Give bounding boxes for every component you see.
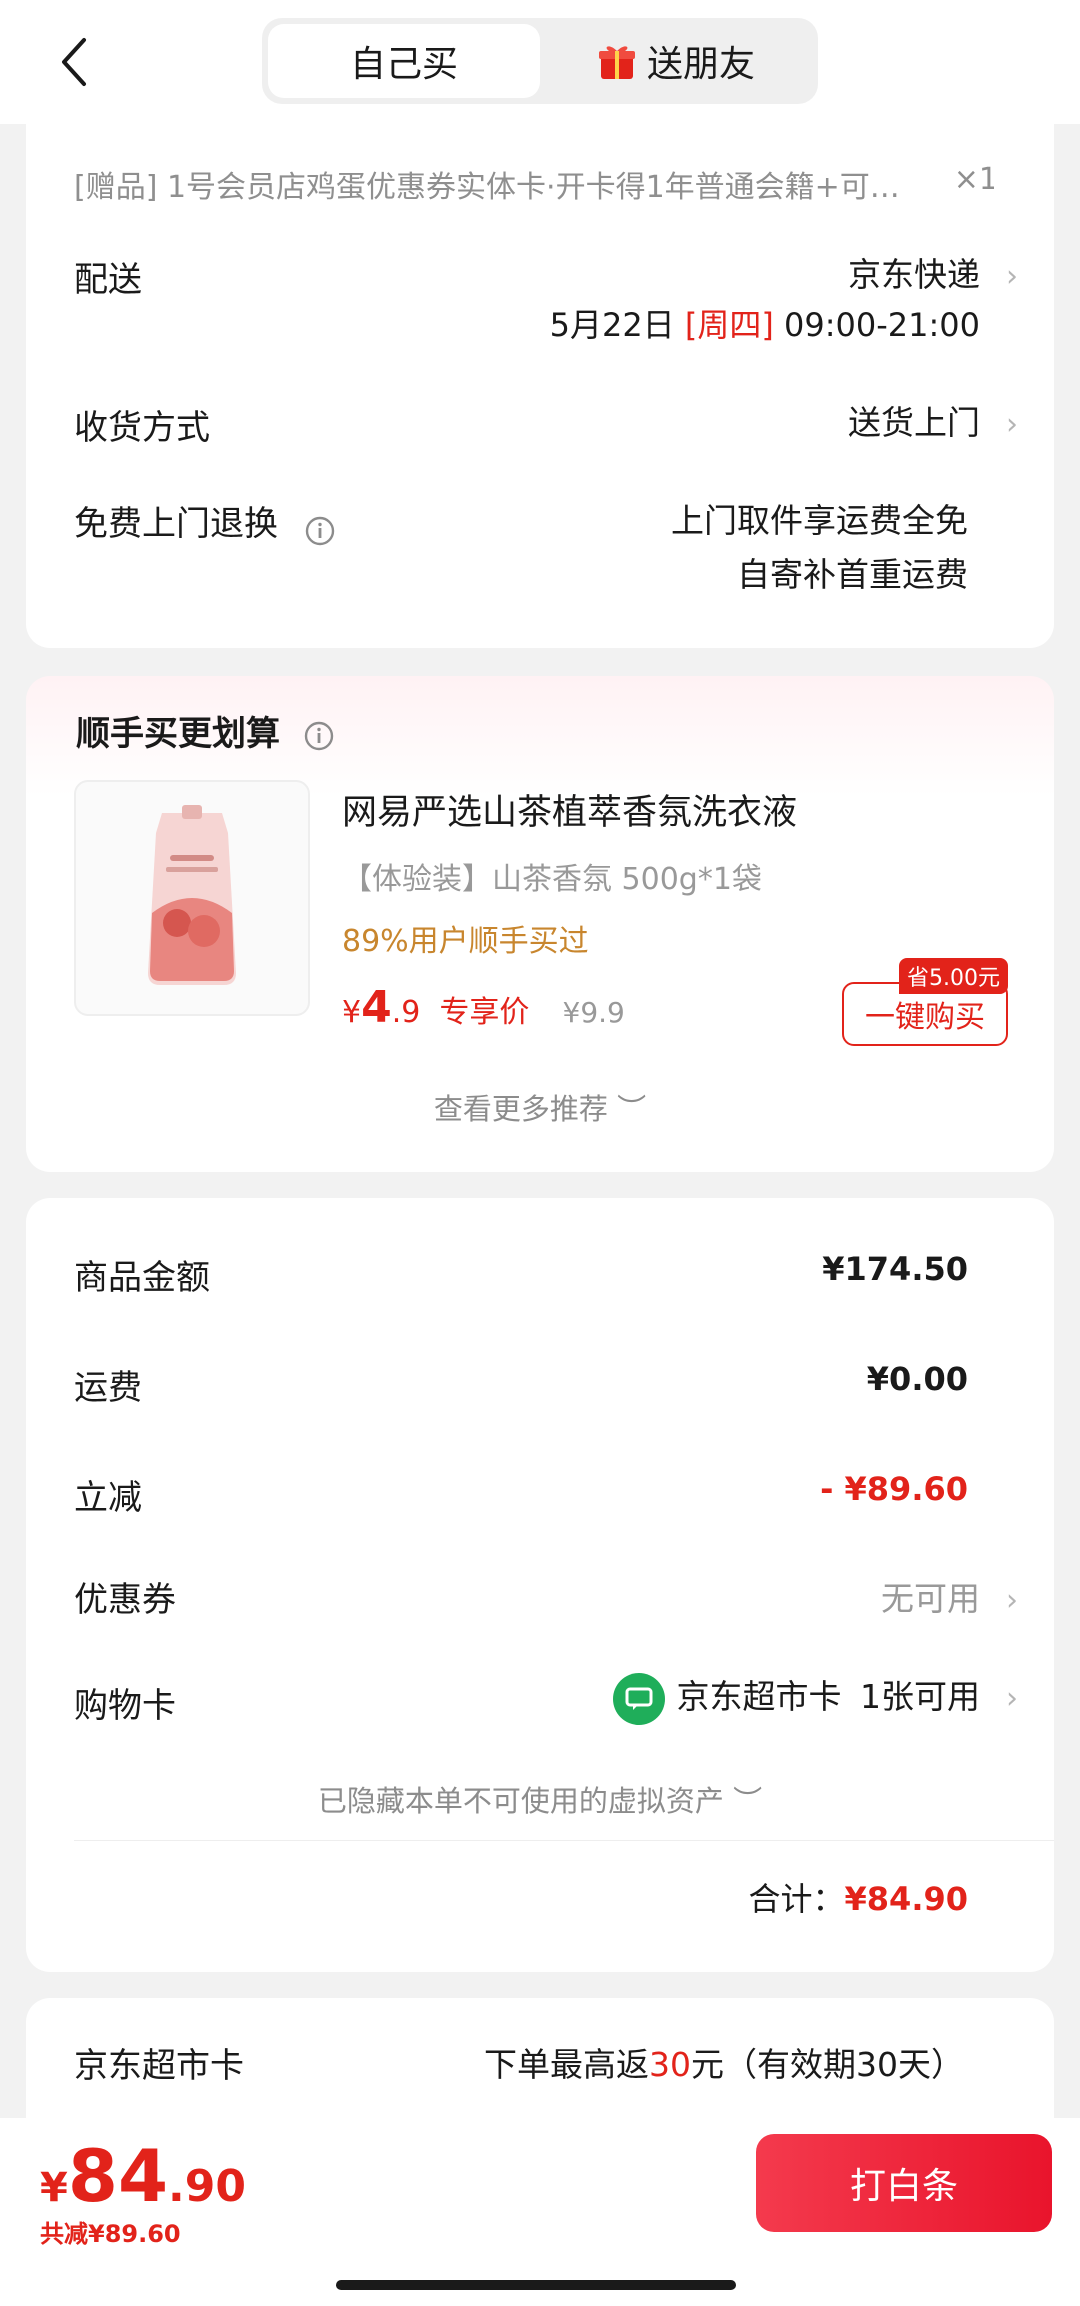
total-line: 合计：¥84.90 bbox=[749, 1874, 969, 1920]
price-integer: 4 bbox=[361, 982, 392, 1033]
gift-card-name: 京东超市卡 bbox=[676, 1677, 842, 1716]
order-info-card: [赠品] 1号会员店鸡蛋优惠券实体卡·开卡得1年普通会籍+可… ×1 配送 京东… bbox=[26, 124, 1054, 648]
goods-amount-value: ¥174.50 bbox=[822, 1250, 968, 1288]
checkout-price: ¥84.90 bbox=[40, 2134, 246, 2218]
recommend-title-text: 顺手买更划算 bbox=[76, 714, 280, 754]
price-decimal: .9 bbox=[391, 995, 421, 1030]
discount-label: 立减 bbox=[74, 1478, 142, 1518]
price-tag: 专享价 bbox=[439, 995, 530, 1030]
purchase-mode-switch: 自己买 送朋友 bbox=[262, 18, 818, 104]
total-label: 合计： bbox=[748, 1880, 845, 1918]
tab-self-buy[interactable]: 自己买 bbox=[268, 24, 540, 98]
cashback-prefix: 下单最高返 bbox=[484, 2045, 649, 2084]
checkout-currency: ¥ bbox=[40, 2165, 68, 2211]
discount-value: - ¥89.60 bbox=[820, 1470, 968, 1508]
pay-with-baitiao-button[interactable]: 打白条 bbox=[756, 2134, 1052, 2232]
delivery-date: 5月22日 bbox=[549, 306, 675, 344]
chevron-right-icon: › bbox=[1006, 1583, 1018, 1618]
recommend-card: 顺手买更划算 网易严选山茶植萃香氛洗衣液 【体验装】山茶香氛 500g*1袋 8… bbox=[26, 676, 1054, 1172]
back-arrow-icon bbox=[62, 38, 86, 86]
shipping-value: ¥0.00 bbox=[866, 1360, 968, 1398]
free-return-line2: 自寄补首重运费 bbox=[737, 555, 968, 594]
price-currency: ¥ bbox=[342, 995, 362, 1030]
cashback-label: 京东超市卡 bbox=[74, 2046, 244, 2086]
gift-card-value[interactable]: 京东超市卡 1张可用 › bbox=[612, 1670, 1018, 1725]
cashback-value: 下单最高返30元（有效期30天） bbox=[484, 2038, 964, 2086]
detergent-pouch-icon bbox=[148, 805, 236, 985]
hidden-assets-toggle[interactable]: 已隐藏本单不可使用的虚拟资产 ︶ bbox=[26, 1778, 1054, 1820]
total-saved: 共减¥89.60 bbox=[40, 2220, 181, 2248]
coupon-status: 无可用 bbox=[881, 1579, 980, 1618]
tab-send-friend-label: 送朋友 bbox=[646, 44, 755, 85]
total-value: ¥84.90 bbox=[844, 1880, 968, 1918]
checkout-price-integer: 84 bbox=[67, 2134, 169, 2218]
home-indicator[interactable] bbox=[336, 2280, 736, 2290]
free-return-line1: 上门取件享运费全免 bbox=[671, 501, 968, 540]
product-spec: 【体验装】山茶香氛 500g*1袋 bbox=[342, 862, 762, 897]
delivery-value[interactable]: 京东快递 › bbox=[848, 248, 1018, 296]
goods-amount-label: 商品金额 bbox=[74, 1258, 210, 1298]
product-price: ¥4.9 专享价 ¥9.9 bbox=[342, 982, 625, 1033]
receive-method-label: 收货方式 bbox=[74, 408, 210, 448]
price-summary-card: 商品金额 ¥174.50 运费 ¥0.00 立减 - ¥89.60 优惠券 无可… bbox=[26, 1198, 1054, 1972]
cashback-suffix: 元（有效期30天） bbox=[691, 2045, 964, 2084]
original-price: ¥9.9 bbox=[562, 996, 625, 1029]
more-recommendations-link[interactable]: 查看更多推荐 ︶ bbox=[26, 1086, 1054, 1128]
gift-item-qty: ×1 bbox=[953, 162, 994, 197]
gift-card-label: 购物卡 bbox=[74, 1686, 176, 1726]
delivery-weekday: [周四] bbox=[684, 306, 774, 344]
info-icon[interactable] bbox=[305, 516, 335, 546]
top-header: 自己买 送朋友 bbox=[0, 0, 1080, 124]
delivery-time: 09:00-21:00 bbox=[784, 306, 980, 344]
delivery-carrier: 京东快递 bbox=[848, 255, 980, 294]
jd-card-icon bbox=[612, 1672, 665, 1725]
gift-card-available: 1张可用 bbox=[860, 1677, 980, 1716]
back-button[interactable] bbox=[44, 26, 104, 98]
receive-method-value[interactable]: 送货上门 › bbox=[848, 396, 1018, 444]
save-badge: 省5.00元 bbox=[899, 958, 1008, 994]
gift-item-line: [赠品] 1号会员店鸡蛋优惠券实体卡·开卡得1年普通会籍+可… ×1 bbox=[74, 162, 994, 206]
tab-self-buy-label: 自己买 bbox=[349, 44, 458, 85]
tab-send-friend[interactable]: 送朋友 bbox=[540, 24, 812, 98]
chevron-right-icon: › bbox=[1006, 407, 1018, 442]
info-icon[interactable] bbox=[304, 721, 334, 751]
chevron-right-icon: › bbox=[1006, 1681, 1018, 1716]
product-hint: 89%用户顺手买过 bbox=[342, 924, 589, 959]
receive-method-text: 送货上门 bbox=[848, 403, 980, 442]
product-image[interactable] bbox=[74, 780, 310, 1016]
divider bbox=[74, 1840, 1054, 1841]
chevron-right-icon: › bbox=[1006, 259, 1018, 294]
product-name[interactable]: 网易严选山茶植萃香氛洗衣液 bbox=[342, 784, 797, 835]
free-return-label: 免费上门退换 bbox=[74, 504, 278, 544]
gift-item-text: [赠品] 1号会员店鸡蛋优惠券实体卡·开卡得1年普通会籍+可… bbox=[74, 170, 900, 205]
coupon-value[interactable]: 无可用 › bbox=[881, 1572, 1018, 1620]
checkout-bar: ¥84.90 共减¥89.60 打白条 bbox=[0, 2118, 1080, 2306]
cashback-amount: 30 bbox=[649, 2045, 691, 2084]
delivery-schedule[interactable]: 5月22日 [周四] 09:00-21:00 bbox=[550, 300, 980, 346]
shipping-label: 运费 bbox=[74, 1368, 142, 1408]
coupon-label: 优惠券 bbox=[74, 1580, 176, 1620]
recommend-title: 顺手买更划算 bbox=[76, 706, 334, 755]
delivery-label: 配送 bbox=[74, 260, 142, 300]
coupon-row[interactable]: 优惠券 bbox=[74, 1572, 1006, 1621]
checkout-price-decimal: .90 bbox=[168, 2161, 246, 2212]
gift-icon bbox=[597, 41, 637, 81]
